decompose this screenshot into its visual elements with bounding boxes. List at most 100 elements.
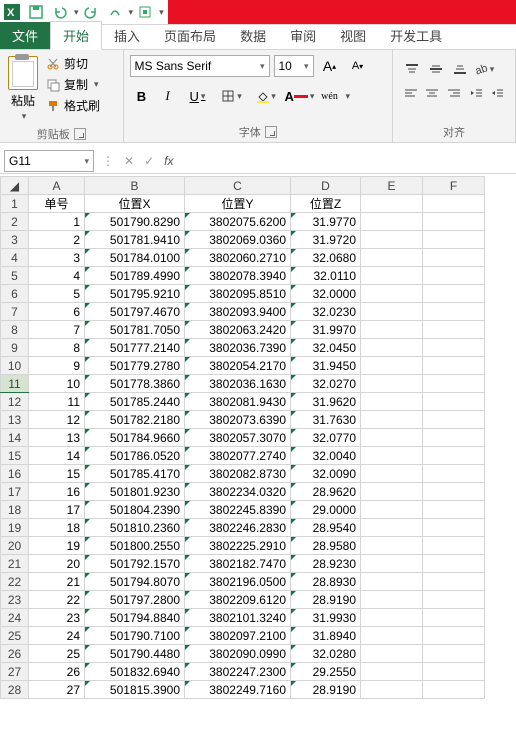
table-row[interactable]: 1单号位置X位置Y位置Z	[1, 195, 485, 213]
cell-D25[interactable]: 31.8940	[291, 627, 361, 645]
align-middle-button[interactable]	[425, 60, 447, 78]
font-color-button[interactable]: A▾	[284, 84, 316, 108]
cell-D2[interactable]: 31.9770	[291, 213, 361, 231]
cell-B19[interactable]: 501810.2360	[85, 519, 185, 537]
row-header[interactable]: 20	[1, 537, 29, 555]
cell-F2[interactable]	[423, 213, 485, 231]
cell-F1[interactable]	[423, 195, 485, 213]
row-header[interactable]: 9	[1, 339, 29, 357]
cell-E18[interactable]	[361, 501, 423, 519]
cell-B28[interactable]: 501815.3900	[85, 681, 185, 699]
cell-D22[interactable]: 28.8930	[291, 573, 361, 591]
cell-E20[interactable]	[361, 537, 423, 555]
cell-E26[interactable]	[361, 645, 423, 663]
row-header[interactable]: 7	[1, 303, 29, 321]
cell-A2[interactable]: 1	[29, 213, 85, 231]
cell-A24[interactable]: 23	[29, 609, 85, 627]
cell-A15[interactable]: 14	[29, 447, 85, 465]
cell-E17[interactable]	[361, 483, 423, 501]
cell-E1[interactable]	[361, 195, 423, 213]
cell-F20[interactable]	[423, 537, 485, 555]
cell-E15[interactable]	[361, 447, 423, 465]
row-header[interactable]: 17	[1, 483, 29, 501]
cell-D1[interactable]: 位置Z	[291, 195, 361, 213]
cell-A13[interactable]: 12	[29, 411, 85, 429]
cell-C2[interactable]: 3802075.6200	[185, 213, 291, 231]
cell-B17[interactable]: 501801.9230	[85, 483, 185, 501]
cell-D20[interactable]: 28.9580	[291, 537, 361, 555]
align-center-button[interactable]	[423, 84, 443, 102]
cell-C17[interactable]: 3802234.0320	[185, 483, 291, 501]
table-row[interactable]: 1716501801.92303802234.032028.9620	[1, 483, 485, 501]
enter-formula-icon[interactable]: ✓	[144, 154, 154, 168]
cell-A10[interactable]: 9	[29, 357, 85, 375]
cell-A22[interactable]: 21	[29, 573, 85, 591]
row-header[interactable]: 12	[1, 393, 29, 411]
cell-C7[interactable]: 3802093.9400	[185, 303, 291, 321]
underline-button[interactable]: U▾	[182, 84, 214, 108]
cell-F5[interactable]	[423, 267, 485, 285]
cell-C19[interactable]: 3802246.2830	[185, 519, 291, 537]
tab-file[interactable]: 文件	[0, 22, 50, 49]
cell-C25[interactable]: 3802097.2100	[185, 627, 291, 645]
cell-B14[interactable]: 501784.9660	[85, 429, 185, 447]
cell-A14[interactable]: 13	[29, 429, 85, 447]
cell-B20[interactable]: 501800.2550	[85, 537, 185, 555]
cell-E22[interactable]	[361, 573, 423, 591]
cell-D8[interactable]: 31.9970	[291, 321, 361, 339]
cell-F11[interactable]	[423, 375, 485, 393]
cell-C27[interactable]: 3802247.2300	[185, 663, 291, 681]
cell-D11[interactable]: 32.0270	[291, 375, 361, 393]
tab-page-layout[interactable]: 页面布局	[152, 22, 228, 49]
cell-C5[interactable]: 3802078.3940	[185, 267, 291, 285]
cell-E21[interactable]	[361, 555, 423, 573]
align-top-button[interactable]	[401, 60, 423, 78]
cell-A16[interactable]: 15	[29, 465, 85, 483]
cell-D3[interactable]: 31.9720	[291, 231, 361, 249]
cell-D6[interactable]: 32.0000	[291, 285, 361, 303]
cell-D7[interactable]: 32.0230	[291, 303, 361, 321]
cell-E11[interactable]	[361, 375, 423, 393]
cell-C11[interactable]: 3802036.1630	[185, 375, 291, 393]
cell-C21[interactable]: 3802182.7470	[185, 555, 291, 573]
cell-D17[interactable]: 28.9620	[291, 483, 361, 501]
row-header[interactable]: 3	[1, 231, 29, 249]
redo2-icon[interactable]	[105, 2, 125, 22]
cell-D16[interactable]: 32.0090	[291, 465, 361, 483]
cell-F6[interactable]	[423, 285, 485, 303]
copy-button[interactable]: 复制▾	[44, 75, 102, 94]
cell-F22[interactable]	[423, 573, 485, 591]
cell-D12[interactable]: 31.9620	[291, 393, 361, 411]
redo-icon[interactable]	[81, 2, 101, 22]
column-headers[interactable]: ◢ A B C D E F	[1, 177, 485, 195]
cell-B13[interactable]: 501782.2180	[85, 411, 185, 429]
cell-B9[interactable]: 501777.2140	[85, 339, 185, 357]
row-header[interactable]: 5	[1, 267, 29, 285]
cell-E14[interactable]	[361, 429, 423, 447]
font-dialog-launcher[interactable]	[265, 126, 277, 138]
cell-F9[interactable]	[423, 339, 485, 357]
paste-button[interactable]: 粘贴 ▾	[6, 54, 40, 124]
cell-B7[interactable]: 501797.4670	[85, 303, 185, 321]
cell-A7[interactable]: 6	[29, 303, 85, 321]
cell-A20[interactable]: 19	[29, 537, 85, 555]
cell-F10[interactable]	[423, 357, 485, 375]
tab-home[interactable]: 开始	[50, 21, 102, 50]
cell-C24[interactable]: 3802101.3240	[185, 609, 291, 627]
save-icon[interactable]	[26, 2, 46, 22]
tab-developer[interactable]: 开发工具	[378, 22, 454, 49]
row-header[interactable]: 27	[1, 663, 29, 681]
table-row[interactable]: 54501789.49903802078.394032.0110	[1, 267, 485, 285]
table-row[interactable]: 21501790.82903802075.620031.9770	[1, 213, 485, 231]
cell-E5[interactable]	[361, 267, 423, 285]
cell-D23[interactable]: 28.9190	[291, 591, 361, 609]
table-row[interactable]: 2726501832.69403802247.230029.2550	[1, 663, 485, 681]
fill-color-button[interactable]: ▾	[250, 84, 282, 108]
orientation-button[interactable]: ab▾	[473, 60, 495, 78]
undo-icon[interactable]	[50, 2, 70, 22]
cell-D26[interactable]: 32.0280	[291, 645, 361, 663]
cell-C22[interactable]: 3802196.0500	[185, 573, 291, 591]
cell-F21[interactable]	[423, 555, 485, 573]
cell-F15[interactable]	[423, 447, 485, 465]
cell-B11[interactable]: 501778.3860	[85, 375, 185, 393]
